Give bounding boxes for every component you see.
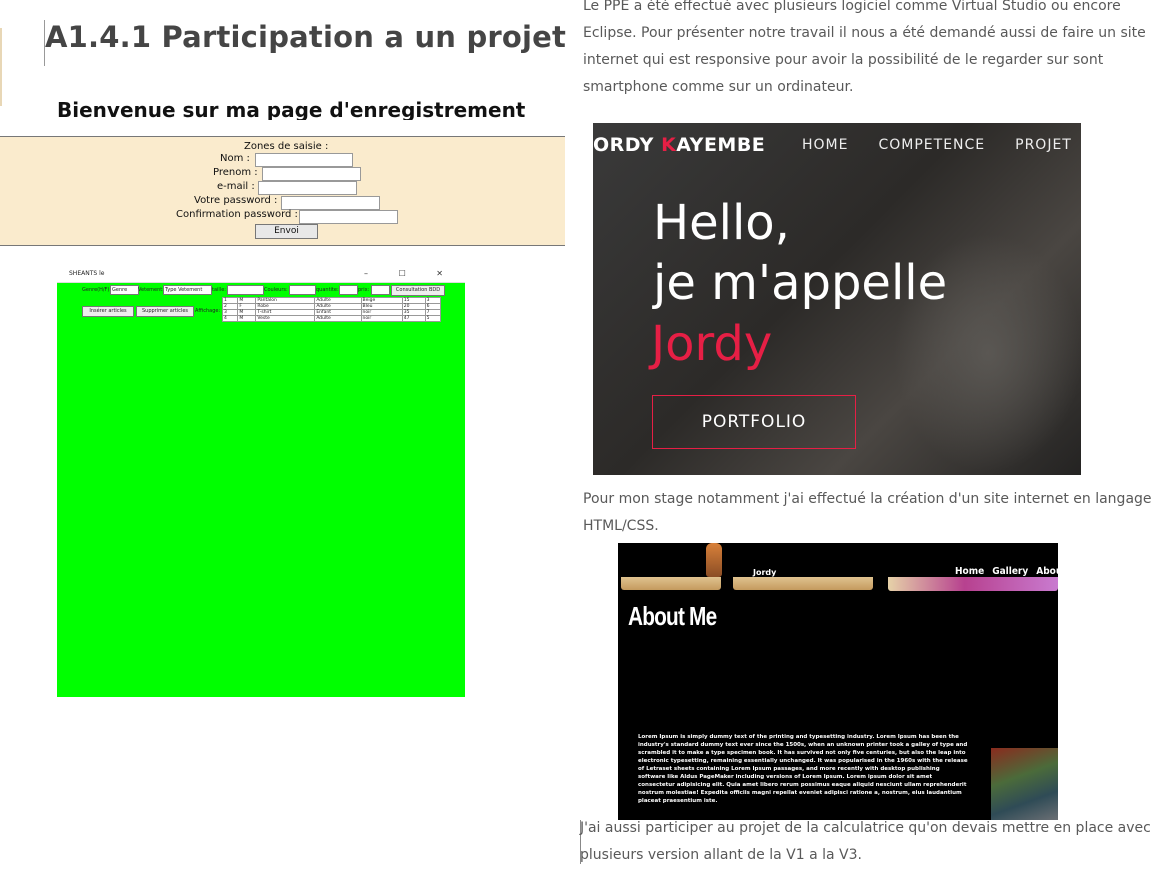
prix-select[interactable] xyxy=(371,285,390,295)
intro-paragraph: Le PPE a été effectué avec plusieurs log… xyxy=(583,0,1146,95)
table-cell: Veste xyxy=(255,315,316,322)
portfolio-screenshot: ORDY KAYEMBE HOME COMPETENCE PROJET Hello,… xyxy=(593,123,1081,475)
java-app-window: SHEANTS le – ☐ ✕ Genre(H/F): Genre Vetem… xyxy=(57,268,465,697)
page-heading: A1.4.1 Participation a un projet xyxy=(45,20,567,54)
portfolio-button[interactable]: PORTFOLIO xyxy=(652,395,856,449)
quantite-select[interactable] xyxy=(339,285,358,295)
aboutme-photo xyxy=(991,748,1058,820)
nom-label: Nom : xyxy=(220,153,250,164)
articles-table[interactable]: 1 M Pantalon Adulte Beige 15 3 2 F Robe Adulte Bleu… xyxy=(221,297,442,322)
table-cell: 47 xyxy=(401,315,426,322)
window-title: SHEANTS le xyxy=(69,270,105,277)
prenom-input[interactable] xyxy=(262,167,361,181)
nav-projet[interactable]: PROJET xyxy=(1015,137,1072,153)
portfolio-nav: HOME COMPETENCE PROJET xyxy=(802,137,1081,153)
hero-name: Jordy xyxy=(651,316,773,372)
genre-select[interactable]: Genre xyxy=(110,285,139,295)
figure-image xyxy=(706,543,722,577)
delete-articles-button[interactable]: Supprimer articles xyxy=(136,306,194,317)
registration-title: Bienvenue sur ma page d'enregistrement xyxy=(57,98,526,120)
taille-label: taille: xyxy=(212,287,226,293)
table-row[interactable]: 4 M Veste Adulte noir 47 5 xyxy=(221,315,442,322)
table-cell: 5 xyxy=(424,315,442,322)
couleurs-select[interactable] xyxy=(289,285,316,295)
header-band-middle xyxy=(733,577,873,590)
email-input[interactable] xyxy=(258,181,357,195)
table-cell: noir xyxy=(360,315,403,322)
table-cell: M xyxy=(237,315,257,322)
aboutme-body: Lorem Ipsum is simply dummy text of the … xyxy=(638,734,968,804)
aboutme-title: About Me xyxy=(628,601,717,631)
consultation-bdd-button[interactable]: Consultation BDD xyxy=(391,285,445,296)
accent-bar xyxy=(0,28,2,106)
aboutme-brand: Jordy xyxy=(753,568,777,577)
table-cell: Adulte xyxy=(314,315,362,322)
header-band-left xyxy=(621,577,721,590)
window-controls[interactable]: – ☐ ✕ xyxy=(364,269,457,278)
vetement-select[interactable]: Type Vetement xyxy=(163,285,212,295)
password-input[interactable] xyxy=(281,196,380,210)
aboutme-nav: Home Gallery About Me xyxy=(955,566,1058,577)
calculatrice-paragraph: J'ai aussi participer au projet de la ca… xyxy=(580,820,1151,863)
envoi-button[interactable]: Envoi xyxy=(255,224,318,239)
nav-home[interactable]: HOME xyxy=(802,137,848,153)
brand-first-rest: ORDY xyxy=(593,134,654,156)
nav-home[interactable]: Home xyxy=(955,566,984,577)
nav-gallery[interactable]: Gallery xyxy=(992,566,1028,577)
password-label: Votre password : xyxy=(194,195,278,206)
email-label: e-mail : xyxy=(217,181,255,192)
table-cell: 4 xyxy=(221,315,239,322)
registration-form: Zones de saisie : Nom : Prenom : e-mail … xyxy=(0,136,565,246)
hero-line-2: je m'appelle xyxy=(653,255,948,311)
vetement-label: Vetement: xyxy=(138,287,164,293)
affichage-label: Affichage: xyxy=(195,308,221,314)
genre-label: Genre(H/F): xyxy=(82,287,112,293)
section-label: Zones de saisie : xyxy=(244,141,329,152)
quantite-label: quantite: xyxy=(316,287,339,293)
brand-last-initial: K xyxy=(661,134,677,156)
stage-paragraph: Pour mon stage notamment j'ai effectué l… xyxy=(583,491,1152,534)
hero-greeting: Hello, je m'appelle xyxy=(653,193,947,313)
nav-about-me[interactable]: About Me xyxy=(1036,566,1058,577)
taille-select[interactable] xyxy=(227,285,264,295)
portfolio-brand: ORDY KAYEMBE xyxy=(593,134,765,156)
confirm-password-label: Confirmation password : xyxy=(176,209,298,220)
prenom-label: Prenom : xyxy=(213,167,258,178)
hero-line-1: Hello, xyxy=(653,195,790,251)
header-band-right xyxy=(888,577,1058,591)
window-titlebar: SHEANTS le – ☐ ✕ xyxy=(57,268,465,283)
prix-label: prix: xyxy=(358,287,370,293)
brand-last-rest: AYEMBE xyxy=(676,134,766,156)
nom-input[interactable] xyxy=(255,153,353,167)
insert-articles-button[interactable]: Insérer articles xyxy=(82,306,134,317)
couleurs-label: Couleurs: xyxy=(264,287,288,293)
aboutme-screenshot: Jordy Home Gallery About Me About Me Lorem… xyxy=(618,543,1058,820)
nav-competence[interactable]: COMPETENCE xyxy=(878,137,985,153)
confirm-password-input[interactable] xyxy=(299,210,398,224)
